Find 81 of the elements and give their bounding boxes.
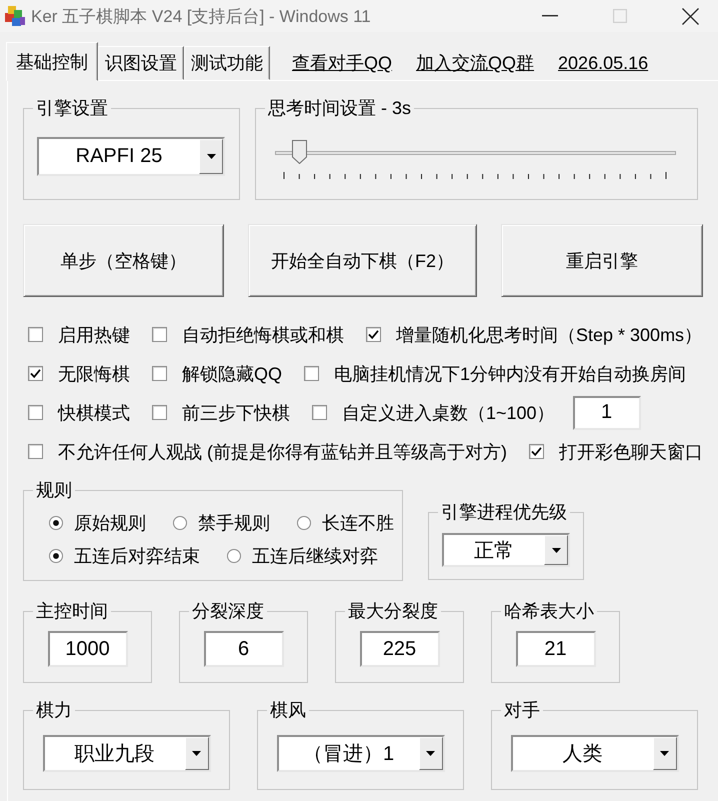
dropdown[interactable]: RAPFI 25 — [37, 137, 225, 176]
close-icon[interactable] — [682, 8, 699, 24]
checkbox[interactable] — [152, 405, 167, 420]
dropdown-arrow-button[interactable] — [418, 737, 442, 770]
group-label: 棋力 — [35, 700, 73, 720]
checkbox[interactable] — [28, 327, 43, 342]
checkbox-label[interactable]: 不允许任何人观战 (前提是你得有蓝钻并且等级高于对方) — [58, 440, 507, 464]
link[interactable]: 加入交流QQ群 — [416, 51, 534, 75]
checkbox[interactable] — [152, 366, 167, 381]
number-field[interactable]: 1 — [572, 396, 641, 430]
tab[interactable]: 基础控制 — [6, 42, 98, 81]
tab[interactable]: 识图设置 — [98, 46, 184, 80]
number-field[interactable]: 6 — [204, 631, 284, 667]
dropdown-arrow-button[interactable] — [544, 535, 568, 565]
checkbox-label[interactable]: 前三步下快棋 — [182, 400, 290, 424]
check-icon — [30, 368, 41, 379]
check-icon — [531, 446, 542, 457]
dropdown[interactable]: 人类 — [510, 735, 678, 772]
link[interactable]: 查看对手QQ — [292, 51, 392, 75]
group-label: 引擎设置 — [35, 98, 109, 118]
checkbox[interactable] — [366, 327, 381, 342]
group-label: 哈希表大小 — [503, 601, 595, 621]
radio-label[interactable]: 长连不胜 — [322, 510, 394, 534]
tab[interactable]: 测试功能 — [184, 46, 270, 80]
group-label: 规则 — [35, 480, 73, 500]
checkbox[interactable] — [152, 327, 167, 342]
caret-icon — [552, 548, 560, 552]
group-label: 最大分裂度 — [347, 601, 439, 621]
radio-label[interactable]: 原始规则 — [74, 510, 146, 534]
action-button[interactable]: 开始全自动下棋（F2） — [248, 224, 477, 297]
checkbox-label[interactable]: 电脑挂机情况下1分钟内没有开始自动换房间 — [334, 362, 686, 386]
group-label: 引擎进程优先级 — [440, 502, 568, 522]
radio-button[interactable] — [297, 516, 311, 530]
check-icon — [368, 329, 379, 340]
group-label: 主控时间 — [35, 601, 109, 621]
caret-icon — [192, 751, 201, 756]
slider-thumb[interactable] — [292, 140, 307, 164]
radio-button[interactable] — [49, 516, 63, 530]
checkbox-label[interactable]: 增量随机化思考时间（Step * 300ms） — [396, 322, 702, 346]
action-button[interactable]: 单步（空格键） — [23, 224, 224, 297]
checkbox-label[interactable]: 解锁隐藏QQ — [182, 362, 282, 386]
number-field[interactable]: 1000 — [48, 631, 128, 667]
radio-button[interactable] — [173, 516, 187, 530]
checkbox-label[interactable]: 自动拒绝悔棋或和棋 — [182, 322, 344, 346]
checkbox[interactable] — [28, 444, 43, 459]
blocks-icon — [4, 5, 26, 27]
link[interactable]: 2026.05.16 — [558, 52, 648, 74]
think-time-slider[interactable] — [275, 140, 676, 182]
dropdown-arrow-button[interactable] — [199, 139, 223, 174]
radio-label[interactable]: 五连后对弈结束 — [74, 544, 200, 568]
dropdown-arrow-button[interactable] — [652, 737, 676, 770]
checkbox[interactable] — [28, 366, 43, 381]
window-title: Ker 五子棋脚本 V24 [支持后台] - Windows 11 — [31, 6, 371, 28]
checkbox-label[interactable]: 自定义进入桌数（1~100） — [342, 400, 555, 424]
radio-button[interactable] — [227, 548, 241, 562]
checkbox-label[interactable]: 快棋模式 — [58, 400, 130, 424]
dropdown[interactable]: 正常 — [442, 533, 570, 567]
number-field[interactable]: 225 — [360, 631, 440, 667]
caret-icon — [206, 154, 216, 159]
action-button[interactable]: 重启引擎 — [501, 224, 703, 297]
checkbox[interactable] — [28, 405, 43, 420]
caret-icon — [660, 751, 669, 756]
checkbox[interactable] — [312, 405, 327, 420]
radio-button[interactable] — [49, 548, 63, 562]
dropdown[interactable]: （冒进）1 — [276, 735, 444, 772]
checkbox-label[interactable]: 打开彩色聊天窗口 — [559, 440, 703, 464]
group-label: 分裂深度 — [191, 601, 265, 621]
dropdown[interactable]: 职业九段 — [42, 735, 210, 772]
caret-icon — [426, 751, 435, 756]
minimize-icon[interactable] — [542, 15, 558, 17]
checkbox[interactable] — [304, 366, 320, 381]
checkbox-label[interactable]: 启用热键 — [58, 322, 130, 346]
radio-label[interactable]: 五连后继续对弈 — [252, 544, 378, 568]
radio-label[interactable]: 禁手规则 — [198, 510, 270, 534]
group-label: 棋风 — [269, 700, 307, 720]
group-label: 对手 — [503, 700, 541, 720]
checkbox[interactable] — [529, 444, 544, 459]
number-field[interactable]: 21 — [516, 631, 596, 667]
checkbox-label[interactable]: 无限悔棋 — [58, 362, 130, 386]
dropdown-arrow-button[interactable] — [184, 737, 208, 770]
group-label: 思考时间设置 - 3s — [267, 98, 412, 118]
